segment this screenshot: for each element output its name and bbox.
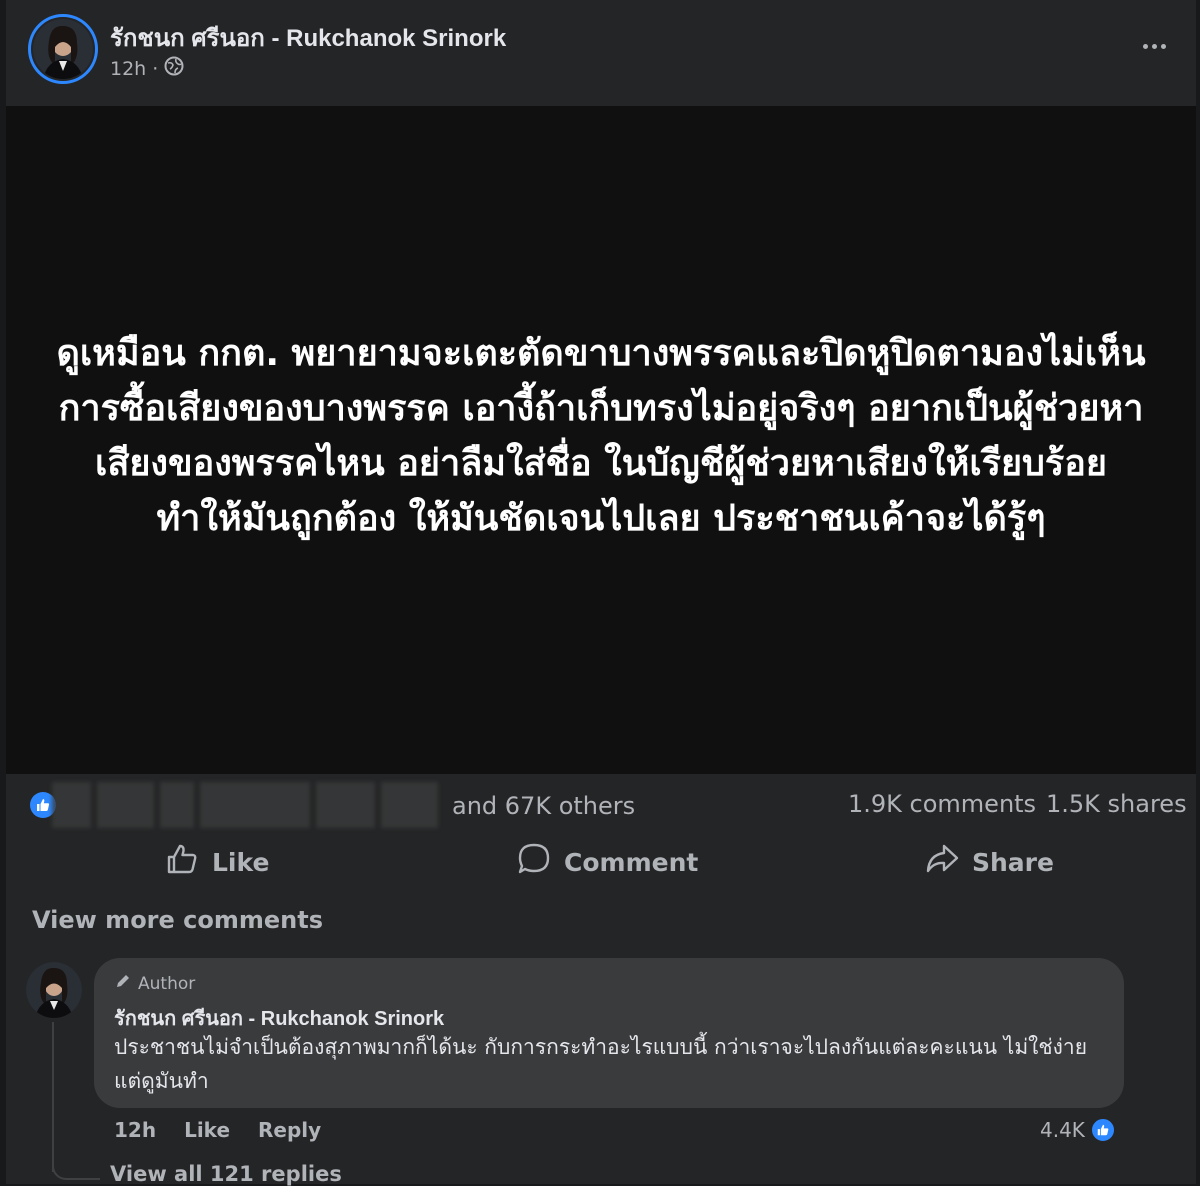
comment-icon xyxy=(516,841,552,883)
reactions-summary[interactable]: and 67K others xyxy=(452,792,635,820)
like-button[interactable]: Like xyxy=(164,838,269,886)
comment-time[interactable]: 12h xyxy=(114,1118,156,1142)
thread-connector xyxy=(52,1140,100,1180)
comment-label: Comment xyxy=(564,847,699,877)
comment-bubble: Author รักชนก ศรีนอก - Rukchanok Srinork… xyxy=(94,958,1124,1108)
share-icon xyxy=(924,841,960,883)
post-header: รักชนก ศรีนอก - Rukchanok Srinork 12h · xyxy=(6,0,1196,104)
post-meta: 12h · xyxy=(110,56,184,81)
view-more-comments-link[interactable]: View more comments xyxy=(32,906,323,934)
avatar-photo xyxy=(31,17,95,81)
post-content: ดูเหมือน กกต. พยายามจะเตะตัดขาบางพรรคและ… xyxy=(6,106,1196,774)
like-label: Like xyxy=(212,847,270,877)
comment-reaction-count: 4.4K xyxy=(1040,1118,1085,1142)
author-badge: Author xyxy=(114,972,195,995)
globe-icon xyxy=(164,56,184,81)
comment-avatar[interactable] xyxy=(26,962,82,1018)
post-stats: and 67K others 1.9K comments 1.5K shares xyxy=(6,776,1196,834)
pencil-icon xyxy=(114,972,132,995)
facebook-post: รักชนก ศรีนอก - Rukchanok Srinork 12h · … xyxy=(6,0,1196,1186)
more-options-icon[interactable] xyxy=(1136,28,1172,64)
profile-avatar[interactable] xyxy=(28,14,98,84)
view-replies-link[interactable]: View all 121 replies xyxy=(110,1162,342,1186)
post-author-name[interactable]: รักชนก ศรีนอก - Rukchanok Srinork xyxy=(110,18,506,57)
post-time[interactable]: 12h xyxy=(110,58,146,80)
post-text: ดูเหมือน กกต. พยายามจะเตะตัดขาบางพรรคและ… xyxy=(56,333,1146,539)
thumbs-up-icon xyxy=(164,841,200,883)
comment-reply-button[interactable]: Reply xyxy=(258,1118,321,1142)
comment-actions: 12h Like Reply xyxy=(114,1118,321,1142)
shares-count[interactable]: 1.5K shares xyxy=(1046,790,1187,818)
comment-button[interactable]: Comment xyxy=(516,838,698,886)
comment-like-button[interactable]: Like xyxy=(184,1118,230,1142)
like-reaction-icon xyxy=(1088,1116,1117,1144)
comments-count[interactable]: 1.9K comments xyxy=(848,790,1036,818)
share-button[interactable]: Share xyxy=(924,838,1054,886)
meta-separator: · xyxy=(152,57,159,80)
share-label: Share xyxy=(972,847,1054,877)
reactor-names-redacted xyxy=(52,782,438,828)
comment-reactions[interactable]: 4.4K xyxy=(1040,1116,1117,1144)
author-badge-label: Author xyxy=(138,973,196,994)
post-actions: Like Comment Share xyxy=(6,834,1196,890)
comment-text: ประชาชนไม่จำเป็นต้องสุภาพมากก็ได้นะ กับก… xyxy=(114,1035,1088,1093)
